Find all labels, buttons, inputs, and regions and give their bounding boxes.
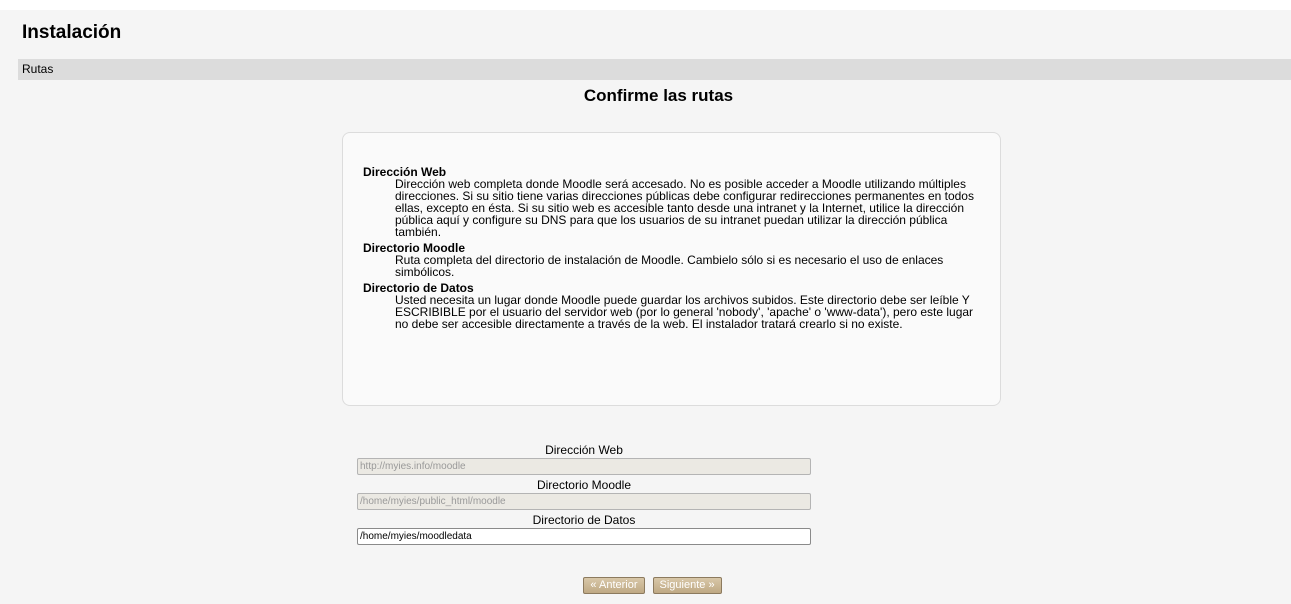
dirroot-input[interactable] — [357, 493, 811, 510]
wwwroot-label: Dirección Web — [545, 443, 623, 457]
info-desc-wwwroot: Dirección web completa donde Moodle será… — [395, 177, 974, 239]
next-button[interactable]: Siguiente » — [652, 577, 722, 594]
dataroot-input[interactable] — [357, 528, 811, 545]
dataroot-field-group: Directorio de Datos — [357, 514, 811, 545]
dirroot-field-group: Directorio Moodle — [357, 479, 811, 510]
install-page: Instalación Rutas Confirme las rutas Dir… — [0, 10, 1291, 604]
dataroot-label: Directorio de Datos — [532, 513, 636, 527]
page-title: Instalación — [22, 22, 122, 43]
paths-form: Dirección Web Directorio Moodle Director… — [357, 444, 811, 549]
dirroot-label: Directorio Moodle — [536, 478, 632, 492]
info-desc-dataroot: Usted necesita un lugar donde Moodle pue… — [395, 293, 974, 331]
info-box: Dirección Web Dirección web completa don… — [342, 132, 1001, 406]
info-desc-dirroot: Ruta completa del directorio de instalac… — [395, 253, 944, 279]
wwwroot-input[interactable] — [357, 458, 811, 475]
breadcrumb-item-rutas: Rutas — [22, 62, 54, 76]
breadcrumb: Rutas — [18, 59, 1291, 80]
wwwroot-field-group: Dirección Web — [357, 444, 811, 475]
info-list: Dirección Web Dirección web completa don… — [363, 166, 983, 334]
section-heading: Confirme las rutas — [583, 86, 734, 105]
nav-buttons: « Anterior Siguiente » — [0, 577, 1291, 594]
previous-button[interactable]: « Anterior — [583, 577, 645, 594]
